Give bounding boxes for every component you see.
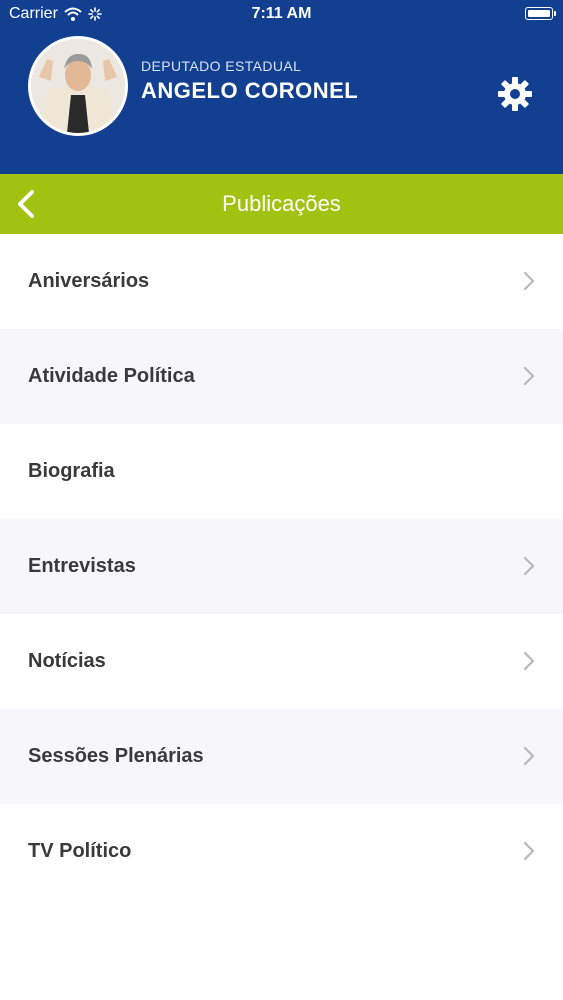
list-item-noticias[interactable]: Notícias	[0, 614, 563, 709]
chevron-right-icon	[523, 366, 535, 386]
person-photo	[31, 39, 125, 133]
list-item-aniversarios[interactable]: Aniversários	[0, 234, 563, 329]
chevron-right-icon	[523, 556, 535, 576]
list-item-label: Entrevistas	[28, 555, 136, 577]
avatar	[28, 36, 128, 136]
list-item-label: Atividade Política	[28, 365, 195, 387]
status-time: 7:11 AM	[251, 5, 312, 22]
chevron-right-icon	[523, 271, 535, 291]
list-item-label: Sessões Plenárias	[28, 745, 204, 767]
profile-header: Carrier 7:11 AM DEPUTADO ESTADUAL ANGELO…	[0, 0, 563, 174]
deputy-name: ANGELO CORONEL	[141, 78, 359, 103]
settings-gear-icon[interactable]	[496, 75, 534, 113]
chevron-right-icon	[523, 746, 535, 766]
chevron-right-icon	[523, 651, 535, 671]
list-item-entrevistas[interactable]: Entrevistas	[0, 519, 563, 614]
page-title: Publicações	[222, 191, 341, 216]
publications-list: Aniversários Atividade Política Biografi…	[0, 234, 563, 899]
nav-bar: Publicações	[0, 174, 563, 234]
list-item-label: TV Político	[28, 840, 132, 862]
list-item-sessoes-plenarias[interactable]: Sessões Plenárias	[0, 709, 563, 804]
list-item-tv-politico[interactable]: TV Político	[0, 804, 563, 899]
list-item-label: Notícias	[28, 650, 106, 672]
battery-icon	[525, 7, 556, 20]
status-bar: Carrier 7:11 AM	[0, 0, 563, 28]
role-label: DEPUTADO ESTADUAL	[141, 58, 302, 74]
list-item-biografia[interactable]: Biografia	[0, 424, 563, 519]
list-item-atividade-politica[interactable]: Atividade Política	[0, 329, 563, 424]
list-item-label: Biografia	[28, 460, 115, 482]
chevron-right-icon	[523, 841, 535, 861]
list-item-label: Aniversários	[28, 270, 150, 292]
